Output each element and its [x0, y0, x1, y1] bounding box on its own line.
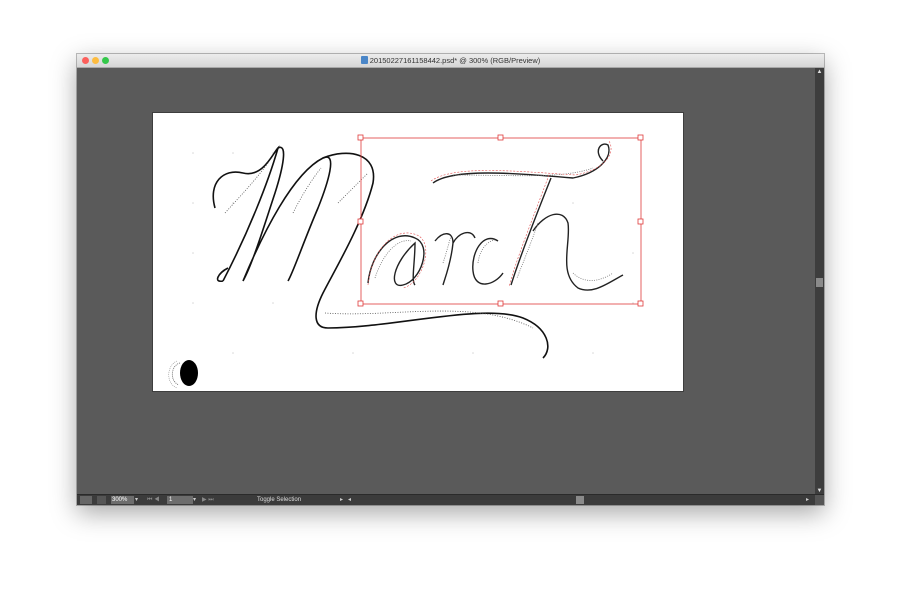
letter-m [212, 145, 549, 359]
artboard-nav-icon[interactable] [80, 496, 92, 504]
scroll-right-arrow-icon[interactable]: ▸ [806, 496, 812, 504]
window-title-text: 20150227161158442.psd* @ 300% (RGB/Previ… [369, 56, 541, 65]
vertical-scrollbar[interactable]: ▲ ▼ [815, 68, 824, 495]
letters-arch [367, 143, 624, 291]
document-window: 20150227161158442.psd* @ 300% (RGB/Previ… [77, 54, 824, 505]
status-menu-arrow-icon[interactable]: ▸ [340, 496, 346, 504]
artwork [168, 134, 644, 389]
letter-m-shade [224, 162, 534, 329]
scroll-up-arrow-icon[interactable]: ▲ [815, 68, 824, 76]
toggle-selection-label[interactable]: Toggle Selection [257, 496, 347, 504]
status-bar: 300% ▾ ⏮ ◀ 1 ▾ ▶ ⏭ Toggle Selection ▸ ◂ … [77, 494, 824, 505]
canvas-area[interactable] [77, 68, 815, 495]
selection-bounding-box [357, 134, 644, 307]
zoom-dropdown-icon[interactable]: ▾ [135, 496, 142, 504]
share-icon[interactable] [97, 496, 106, 504]
letters-arch-shade [374, 167, 614, 281]
page-field[interactable]: 1 [167, 496, 193, 504]
artboard[interactable] [153, 113, 683, 391]
document-icon [360, 56, 368, 64]
selection-path-outline [367, 140, 612, 289]
page-dropdown-icon[interactable]: ▾ [193, 496, 200, 504]
first-prev-page-icons[interactable]: ⏮ ◀ [147, 496, 163, 504]
horizontal-scroll-thumb[interactable] [576, 496, 584, 504]
resize-handle[interactable] [815, 495, 824, 505]
scroll-left-arrow-icon[interactable]: ◂ [348, 496, 354, 504]
vertical-scroll-thumb[interactable] [816, 278, 823, 287]
ink-blob [168, 360, 198, 389]
window-title: 20150227161158442.psd* @ 300% (RGB/Previ… [77, 54, 824, 67]
zoom-field[interactable]: 300% [111, 496, 134, 504]
next-last-page-icons[interactable]: ▶ ⏭ [202, 496, 218, 504]
title-bar[interactable]: 20150227161158442.psd* @ 300% (RGB/Previ… [77, 54, 824, 68]
